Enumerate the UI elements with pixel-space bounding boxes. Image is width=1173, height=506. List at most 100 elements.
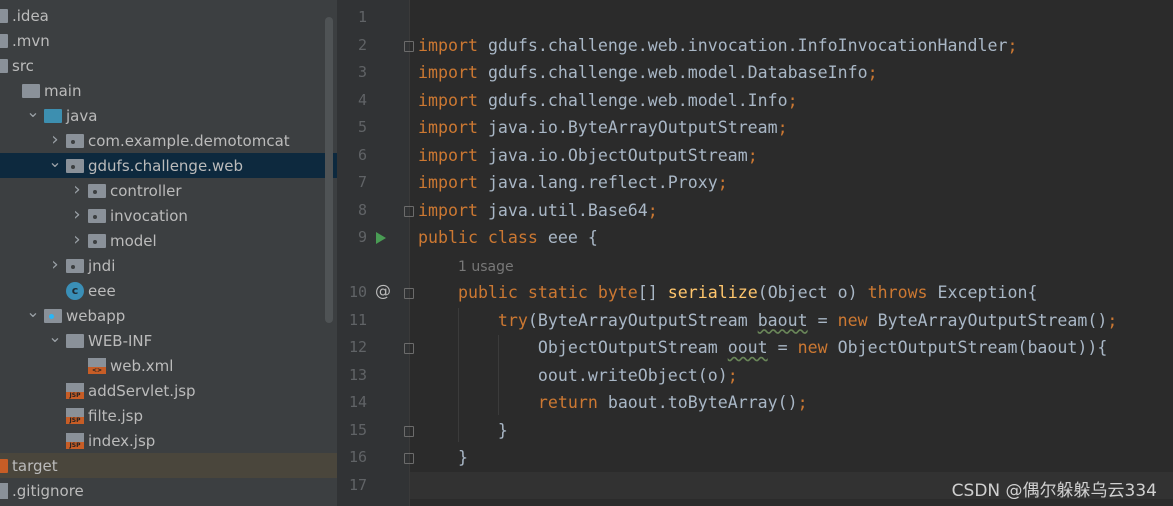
fold-marker-icon[interactable] bbox=[404, 205, 414, 217]
code-token: = bbox=[767, 338, 798, 357]
code-token: } bbox=[418, 448, 468, 467]
fold-marker-icon[interactable] bbox=[404, 288, 414, 299]
chevron-right-icon[interactable]: › bbox=[66, 179, 88, 200]
code-token: new bbox=[797, 338, 838, 357]
folder-web-icon bbox=[44, 308, 62, 323]
override-marker-icon[interactable]: @ bbox=[375, 281, 391, 300]
chevron-right-icon[interactable]: › bbox=[66, 204, 88, 225]
ignore-file-icon bbox=[0, 482, 8, 499]
tree-item[interactable]: JSP filte.jsp bbox=[0, 403, 337, 428]
fold-marker-icon[interactable] bbox=[404, 425, 414, 437]
tree-item-label: .idea bbox=[12, 6, 49, 25]
chevron-right-icon[interactable]: › bbox=[66, 229, 88, 250]
code-token: oout.writeObject(o) bbox=[418, 365, 728, 385]
chevron-right-icon[interactable]: › bbox=[44, 129, 66, 150]
line-number: 5 bbox=[357, 118, 367, 136]
code-token: ; bbox=[1007, 35, 1018, 55]
tree-item[interactable]: src bbox=[0, 53, 337, 78]
code-token: gdufs.challenge.web.model.Info bbox=[487, 90, 788, 110]
package-icon bbox=[66, 258, 84, 273]
code-token: [] bbox=[637, 283, 668, 302]
tree-item-label: webapp bbox=[66, 306, 126, 325]
tree-item[interactable]: ⌄ WEB-INF bbox=[0, 327, 337, 353]
line-number: 3 bbox=[357, 63, 367, 81]
code-line: } bbox=[418, 444, 468, 471]
code-token: new bbox=[837, 310, 878, 330]
tree-item[interactable]: .mvn bbox=[0, 28, 337, 53]
code-token: ; bbox=[787, 90, 798, 110]
line-number: 15 bbox=[348, 420, 367, 439]
code-token: java.io.ByteArrayOutputStream bbox=[487, 118, 778, 137]
tree-item[interactable]: JSP addServlet.jsp bbox=[0, 378, 337, 403]
folder-icon bbox=[0, 58, 8, 73]
code-token: import bbox=[418, 173, 488, 192]
xml-file-icon: <> bbox=[88, 357, 106, 374]
tree-item-label: addServlet.jsp bbox=[88, 381, 196, 400]
tree-scrollbar[interactable] bbox=[325, 17, 333, 323]
folder-source-icon bbox=[44, 108, 62, 123]
code-line: import java.io.ByteArrayOutputStream; bbox=[418, 114, 788, 141]
code-token: ; bbox=[797, 393, 808, 412]
code-token: ByteArrayOutputStream() bbox=[877, 310, 1108, 330]
chevron-down-icon[interactable]: ⌄ bbox=[44, 152, 66, 171]
tree-item-label: filte.jsp bbox=[88, 406, 143, 425]
code-token: import bbox=[418, 35, 488, 55]
tree-item[interactable]: ⌄ java bbox=[0, 102, 337, 128]
tree-item[interactable]: › model bbox=[0, 228, 337, 253]
usage-count[interactable]: 1 usage bbox=[458, 259, 514, 275]
code-token: ObjectOutputStream(baout)){ bbox=[837, 338, 1108, 357]
tree-item[interactable]: › controller bbox=[0, 178, 337, 203]
folder-icon bbox=[66, 333, 84, 348]
usage-hint[interactable]: 1 usage bbox=[418, 252, 514, 279]
code-line: import gdufs.challenge.web.model.Databas… bbox=[418, 59, 878, 86]
tree-item[interactable]: c eee bbox=[0, 278, 337, 303]
tree-item-label: .gitignore bbox=[12, 481, 84, 500]
chevron-down-icon[interactable]: ⌄ bbox=[22, 102, 44, 121]
tree-item[interactable]: ⌄ webapp bbox=[0, 302, 337, 328]
code-token: gdufs.challenge.web.model.DatabaseInfo bbox=[487, 63, 868, 82]
tree-item-label: web.xml bbox=[110, 356, 174, 375]
tree-item[interactable]: main bbox=[0, 78, 337, 103]
code-token: import bbox=[418, 90, 488, 110]
code-token: serialize bbox=[667, 283, 758, 302]
chevron-down-icon[interactable]: ⌄ bbox=[44, 327, 66, 346]
tree-item[interactable]: <> web.xml bbox=[0, 353, 337, 378]
fold-marker-icon[interactable] bbox=[404, 343, 414, 354]
tree-item[interactable]: › jndi bbox=[0, 253, 337, 278]
tree-item-label: target bbox=[12, 456, 58, 475]
fold-marker-icon[interactable] bbox=[404, 453, 414, 464]
code-token: ; bbox=[717, 173, 728, 192]
tree-item[interactable]: ⌄ gdufs.challenge.web bbox=[0, 152, 337, 178]
folder-icon bbox=[22, 83, 40, 98]
tree-item-label: invocation bbox=[110, 206, 188, 225]
java-class-icon: c bbox=[66, 281, 84, 300]
line-number: 6 bbox=[357, 145, 367, 164]
indent-guide bbox=[458, 308, 459, 442]
line-number: 8 bbox=[357, 200, 367, 219]
tree-item-label: WEB-INF bbox=[88, 331, 153, 350]
fold-marker-icon[interactable] bbox=[404, 40, 414, 52]
line-number: 9 bbox=[357, 228, 367, 246]
run-icon[interactable] bbox=[376, 232, 386, 244]
tree-item[interactable]: .idea bbox=[0, 3, 337, 28]
line-number: 14 bbox=[348, 393, 367, 411]
code-token: = bbox=[807, 310, 838, 330]
tree-item[interactable]: target bbox=[0, 453, 337, 478]
code-line: try(ByteArrayOutputStream baout = new By… bbox=[418, 307, 1117, 334]
code-token: eee { bbox=[547, 228, 598, 247]
code-token: ; bbox=[727, 365, 738, 385]
line-number: 7 bbox=[357, 173, 367, 191]
tree-item[interactable]: JSP index.jsp bbox=[0, 428, 337, 453]
line-number: 17 bbox=[348, 475, 367, 494]
code-line: } bbox=[418, 417, 508, 444]
code-token: import bbox=[418, 200, 488, 220]
chevron-right-icon[interactable]: › bbox=[44, 254, 66, 275]
package-icon bbox=[66, 133, 84, 148]
chevron-down-icon[interactable]: ⌄ bbox=[22, 302, 44, 321]
tree-item[interactable]: › com.example.demotomcat bbox=[0, 128, 337, 153]
tree-item-label: index.jsp bbox=[88, 431, 156, 450]
code-token: import bbox=[418, 118, 488, 137]
line-number: 10 bbox=[348, 283, 367, 301]
tree-item[interactable]: .gitignore bbox=[0, 478, 337, 503]
tree-item[interactable]: › invocation bbox=[0, 203, 337, 228]
